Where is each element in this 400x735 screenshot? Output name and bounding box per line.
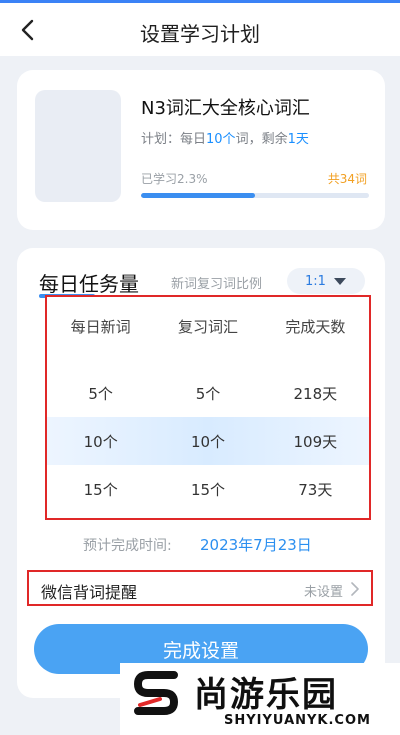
plan-remaining: 1天 xyxy=(287,132,309,147)
daily-plan-card: 每日任务量 新词复习词比例 1:1 每日新词 复习词汇 完成天数 5个 5个 2… xyxy=(17,248,385,698)
plan-summary: 计划：每日10个词，剩余1天 xyxy=(141,128,309,147)
table-header: 每日新词 复习词汇 完成天数 xyxy=(47,297,369,355)
reminder-status: 未设置 xyxy=(303,585,343,600)
plan-prefix: 计划：每日 xyxy=(141,132,207,147)
section-title: 每日任务量 xyxy=(39,272,139,296)
watermark-domain: SHYIYUANYK.COM xyxy=(224,713,371,728)
progress-bar xyxy=(141,193,369,198)
days-cell: 218天 xyxy=(293,384,338,403)
new-words-cell: 15个 xyxy=(83,480,118,499)
header-new-words: 每日新词 xyxy=(70,317,131,336)
new-words-cell: 5个 xyxy=(88,384,113,403)
plan-mid: 词，剩余 xyxy=(235,132,288,147)
book-card: N3词汇大全核心词汇 计划：每日10个词，剩余1天 已学习2.3% 共34词 xyxy=(17,70,385,230)
review-words-cell: 10个 xyxy=(190,432,226,451)
progress-fill xyxy=(141,193,255,198)
page-title: 设置学习计划 xyxy=(140,22,260,46)
eta-value: 2023年7月23日 xyxy=(200,536,312,554)
plan-daily-count: 10个 xyxy=(206,132,236,147)
wechat-reminder-row[interactable]: 微信背词提醒 未设置 xyxy=(27,570,373,606)
brand-logo-icon xyxy=(134,671,178,715)
watermark-brand: 尚游乐园 xyxy=(194,675,338,715)
caret-down-icon xyxy=(333,277,346,285)
book-title: N3词汇大全核心词汇 xyxy=(141,98,310,119)
review-words-cell: 5个 xyxy=(195,384,221,403)
chevron-right-icon xyxy=(351,582,359,596)
eta-label: 预计完成时间: xyxy=(83,538,172,554)
ratio-value: 1:1 xyxy=(305,273,326,289)
site-watermark: 尚游乐园 SHYIYUANYK.COM xyxy=(120,663,400,735)
book-cover xyxy=(35,90,121,202)
reminder-label: 微信背词提醒 xyxy=(41,583,138,602)
daily-amount-table: 每日新词 复习词汇 完成天数 5个 5个 218天 10个 10个 109天 1… xyxy=(45,295,371,520)
top-bar: 设置学习计划 xyxy=(0,0,400,56)
header-review-words: 复习词汇 xyxy=(177,317,238,336)
ratio-select[interactable]: 1:1 xyxy=(287,268,365,294)
header-days: 完成天数 xyxy=(285,317,346,336)
table-row-selected[interactable]: 10个 10个 109天 xyxy=(47,417,369,465)
total-words: 共34词 xyxy=(327,172,367,186)
ratio-label: 新词复习词比例 xyxy=(171,277,263,292)
review-words-cell: 15个 xyxy=(190,480,226,499)
days-cell: 109天 xyxy=(293,432,338,451)
table-row[interactable]: 15个 15个 73天 xyxy=(47,465,369,513)
progress-label: 已学习2.3% xyxy=(141,172,208,186)
new-words-cell: 10个 xyxy=(83,432,118,451)
days-cell: 73天 xyxy=(298,480,333,499)
table-row[interactable]: 5个 5个 218天 xyxy=(47,369,369,417)
